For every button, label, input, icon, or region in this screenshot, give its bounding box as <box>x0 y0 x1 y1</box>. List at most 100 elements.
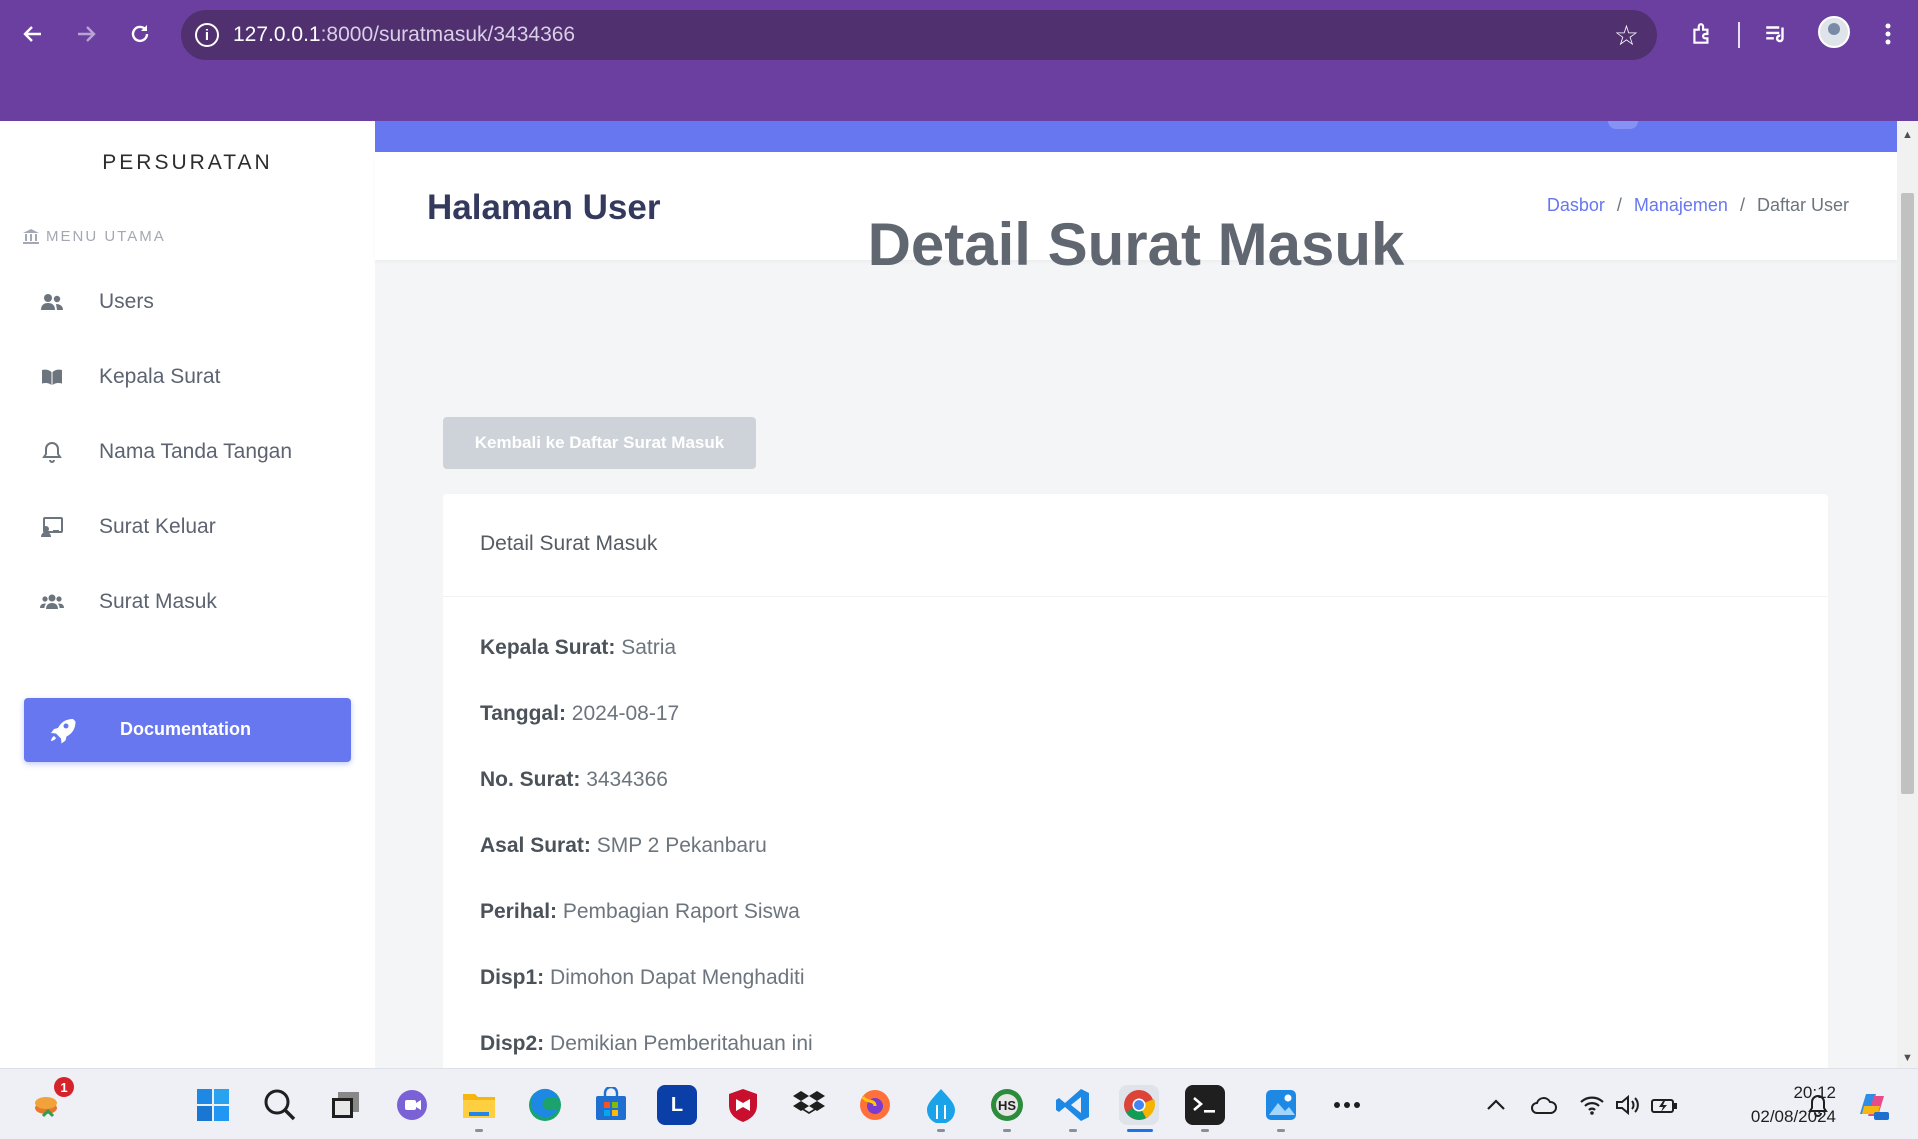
field-value: SMP 2 Pekanbaru <box>596 834 767 857</box>
os-taskbar: 1 L HS 20:12 02/08/2024 <box>0 1068 1918 1139</box>
battery-icon[interactable] <box>1644 1085 1684 1125</box>
scroll-up-arrow-icon[interactable]: ▲ <box>1897 129 1918 141</box>
users-icon <box>41 294 63 310</box>
edge-browser-icon[interactable] <box>525 1085 565 1125</box>
running-indicator <box>1069 1129 1077 1132</box>
notification-bell-icon[interactable] <box>1798 1085 1838 1125</box>
running-indicator <box>937 1129 945 1132</box>
wifi-icon[interactable] <box>1572 1085 1612 1125</box>
chrome-icon[interactable] <box>1119 1085 1159 1125</box>
terminal-icon[interactable] <box>1185 1085 1225 1125</box>
url-host: 127.0.0.1 <box>233 23 321 46</box>
sidebar-item-surat-keluar[interactable]: Surat Keluar <box>0 497 375 557</box>
mcafee-shield-icon[interactable] <box>723 1085 763 1125</box>
sidebar-item-users[interactable]: Users <box>0 272 375 332</box>
sidebar: PERSURATAN MENU UTAMA Users Kepala Surat… <box>0 121 375 1068</box>
volume-icon[interactable] <box>1608 1085 1648 1125</box>
url-text[interactable]: 127.0.0.1:8000/suratmasuk/3434366 <box>233 23 575 47</box>
field-value: 2024-08-17 <box>571 702 680 725</box>
menu-title-label: MENU UTAMA <box>46 227 166 245</box>
reload-icon[interactable] <box>120 14 160 54</box>
vscode-icon[interactable] <box>1053 1085 1093 1125</box>
url-path: :8000/suratmasuk/3434366 <box>320 23 576 46</box>
coin-widget-icon[interactable]: 1 <box>28 1077 74 1125</box>
documentation-button[interactable]: Documentation <box>24 698 351 762</box>
field-label: Disp2: <box>480 1032 545 1055</box>
hs-app-icon[interactable]: HS <box>987 1085 1027 1125</box>
active-app-indicator <box>1127 1129 1153 1132</box>
search-icon[interactable] <box>260 1085 300 1125</box>
top-navbar <box>375 121 1897 152</box>
toolbar-divider <box>1738 22 1740 48</box>
sidebar-item-label: Users <box>99 290 154 313</box>
documentation-label: Documentation <box>120 719 252 739</box>
scroll-down-arrow-icon[interactable]: ▼ <box>1897 1052 1918 1064</box>
task-view-icon[interactable] <box>326 1085 366 1125</box>
menu-title: MENU UTAMA <box>22 227 166 245</box>
bookmark-star-icon[interactable]: ☆ <box>1614 19 1639 52</box>
forward-arrow-icon[interactable] <box>66 14 106 54</box>
browser-toolbar: i 127.0.0.1:8000/suratmasuk/3434366 ☆ <box>0 0 1918 121</box>
field-disp1: Disp1: Dimohon Dapat Menghaditi <box>480 966 805 990</box>
chat-icon[interactable] <box>392 1085 432 1125</box>
bell-icon <box>42 441 62 463</box>
bank-icon <box>23 229 39 244</box>
field-no-surat: No. Surat: 3434366 <box>480 768 668 792</box>
card-header: Detail Surat Masuk <box>480 532 658 555</box>
address-bar[interactable]: i 127.0.0.1:8000/suratmasuk/3434366 ☆ <box>181 10 1657 60</box>
running-indicator <box>1003 1129 1011 1132</box>
chalkboard-icon <box>41 517 63 537</box>
field-value: Demikian Pemberitahuan ini <box>550 1032 813 1055</box>
field-label: No. Surat: <box>480 768 581 791</box>
users-group-icon <box>40 594 64 609</box>
notification-badge: 1 <box>54 1077 74 1097</box>
field-asal-surat: Asal Surat: SMP 2 Pekanbaru <box>480 834 767 858</box>
onedrive-cloud-icon[interactable] <box>1524 1085 1564 1125</box>
running-indicator <box>1201 1129 1209 1132</box>
droplet-app-icon[interactable] <box>921 1085 961 1125</box>
detail-card: Detail Surat Masuk Kepala Surat: Satria … <box>443 494 1828 1114</box>
running-indicator <box>1277 1129 1285 1132</box>
file-explorer-icon[interactable] <box>459 1085 499 1125</box>
field-kepala-surat: Kepala Surat: Satria <box>480 636 676 660</box>
tray-chevron-up-icon[interactable] <box>1476 1085 1516 1125</box>
back-to-list-button[interactable]: Kembali ke Daftar Surat Masuk <box>443 417 756 469</box>
back-arrow-icon[interactable] <box>13 14 53 54</box>
extensions-icon[interactable] <box>1682 14 1722 54</box>
more-menu-icon[interactable] <box>1868 14 1908 54</box>
sidebar-item-label: Surat Keluar <box>99 515 216 538</box>
microsoft-store-icon[interactable] <box>591 1085 631 1125</box>
sidebar-item-surat-masuk[interactable]: Surat Masuk <box>0 572 375 632</box>
media-queue-icon[interactable] <box>1756 14 1796 54</box>
field-label: Asal Surat: <box>480 834 591 857</box>
running-indicator <box>475 1129 483 1132</box>
rocket-icon <box>51 719 76 744</box>
profile-avatar[interactable] <box>1818 16 1850 48</box>
field-value: Satria <box>621 636 677 659</box>
scrollbar-thumb[interactable] <box>1901 193 1914 794</box>
copilot-icon[interactable] <box>1852 1085 1892 1125</box>
sidebar-brand[interactable]: PERSURATAN <box>0 151 375 175</box>
sidebar-item-kepala-surat[interactable]: Kepala Surat <box>0 347 375 407</box>
field-label: Disp1: <box>480 966 545 989</box>
more-apps-icon[interactable] <box>1327 1085 1367 1125</box>
sidebar-item-nama-tanda-tangan[interactable]: Nama Tanda Tangan <box>0 422 375 482</box>
book-icon <box>42 369 62 385</box>
detail-heading: Detail Surat Masuk <box>867 211 1405 278</box>
windows-start-icon[interactable] <box>193 1085 233 1125</box>
card-divider <box>443 596 1828 597</box>
sidebar-item-label: Nama Tanda Tangan <box>99 440 293 463</box>
photos-icon[interactable] <box>1261 1085 1301 1125</box>
sidebar-item-label: Surat Masuk <box>99 590 217 613</box>
field-tanggal: Tanggal: 2024-08-17 <box>480 702 679 726</box>
field-disp2: Disp2: Demikian Pemberitahuan ini <box>480 1032 813 1056</box>
field-label: Perihal: <box>480 900 558 923</box>
l-app-icon[interactable]: L <box>657 1085 697 1125</box>
field-value: Pembagian Raport Siswa <box>562 900 800 923</box>
site-info-icon[interactable]: i <box>195 23 219 47</box>
field-perihal: Perihal: Pembagian Raport Siswa <box>480 900 800 924</box>
page-scrollbar[interactable]: ▲ ▼ <box>1897 121 1918 1068</box>
dropbox-icon[interactable] <box>789 1085 829 1125</box>
firefox-icon[interactable] <box>855 1085 895 1125</box>
navbar-avatar-edge[interactable] <box>1608 121 1638 129</box>
